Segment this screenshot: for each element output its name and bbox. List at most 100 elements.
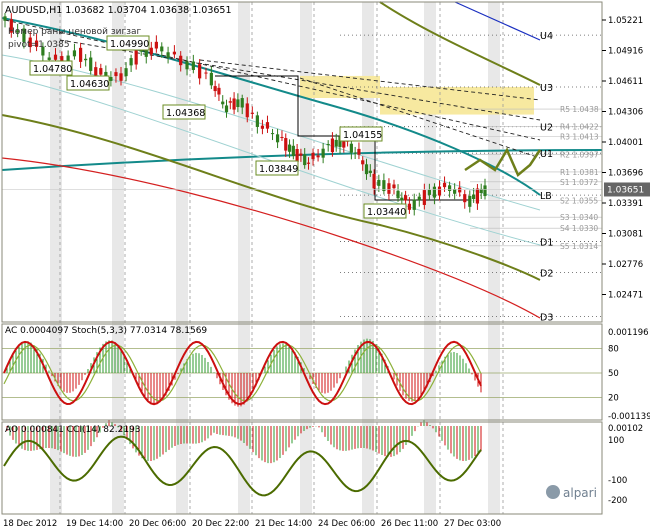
candle-body	[427, 189, 431, 195]
candle-body	[396, 190, 400, 199]
sub2-tick-label: -200	[608, 496, 627, 506]
candle-body	[204, 72, 208, 74]
candle-body	[372, 173, 376, 189]
candle-body	[79, 47, 83, 62]
level-label: LB	[540, 191, 552, 202]
candle-body	[447, 185, 452, 191]
y-tick-label: 1.04611	[608, 77, 643, 87]
price-label: 1.04155	[343, 130, 382, 141]
candle-body	[280, 136, 284, 138]
candle-body	[255, 115, 259, 127]
candle-body	[432, 186, 437, 198]
candle-body	[109, 76, 113, 81]
y-tick-label: 1.03081	[608, 230, 643, 240]
candle-body	[198, 64, 202, 79]
last-price-label: 1.03651	[607, 185, 644, 195]
candle-body	[334, 139, 338, 147]
candle-body	[149, 47, 153, 55]
price-label: 1.04990	[110, 39, 149, 50]
candle-body	[213, 86, 217, 92]
target-zone-lower	[380, 86, 534, 115]
candle-body	[139, 50, 143, 52]
x-tick-label: 26 Dec 11:00	[381, 519, 438, 529]
pivot-label: S5 1.0314	[560, 242, 598, 251]
candle-body	[306, 162, 311, 164]
candle-body	[291, 145, 295, 156]
x-tick-label: 24 Dec 06:00	[318, 519, 375, 529]
sub1-tick-label: 20	[608, 394, 619, 404]
candle-body	[311, 152, 315, 160]
sub1-tick-label: 0.001196	[608, 328, 649, 338]
candle-body	[228, 101, 232, 103]
candle-body	[99, 68, 103, 75]
x-tick-label: 20 Dec 06:00	[129, 519, 186, 529]
candle-body	[166, 52, 170, 58]
y-tick-label: 1.02471	[608, 291, 643, 301]
candle-body	[463, 194, 467, 203]
level-label: D2	[540, 268, 553, 279]
candle-body	[3, 16, 7, 21]
pivot-label: pivot=1.0385	[8, 40, 70, 50]
candle-body	[295, 149, 299, 163]
chart-canvas: U4U3U2U1LBD1D2D3R5 1.0438R4 1.0422R3 1.0…	[0, 0, 650, 531]
candle-body	[224, 105, 229, 113]
candle-body	[321, 148, 325, 158]
candle-body	[260, 125, 265, 129]
y-tick-label: 1.04916	[608, 47, 643, 57]
indicator-label: Номер раны ценовой зигзаг	[8, 27, 141, 37]
price-label: 1.03849	[259, 164, 298, 175]
candle-body	[472, 194, 476, 200]
candle-body	[299, 153, 303, 156]
candle-body	[240, 98, 244, 108]
candle-body	[349, 143, 353, 153]
candle-body	[468, 195, 472, 207]
candle-body	[250, 112, 254, 114]
candle-body	[72, 50, 77, 57]
x-tick-label: 20 Dec 22:00	[192, 519, 249, 529]
candle-body	[221, 101, 225, 105]
candle-body	[407, 203, 411, 210]
price-label: 1.04368	[166, 108, 205, 119]
candle-body	[330, 138, 335, 153]
candle-body	[179, 55, 183, 66]
y-tick-label: 1.04306	[608, 108, 643, 118]
candle-body	[191, 61, 195, 70]
pivot-label: S3 1.0340	[560, 213, 598, 222]
candle-body	[209, 72, 213, 86]
candle-body	[160, 46, 164, 52]
candle-body	[483, 185, 487, 197]
candle-body	[353, 152, 357, 154]
candle-body	[134, 50, 138, 65]
candle-body	[368, 170, 372, 174]
candle-body	[387, 183, 391, 194]
y-tick-label: 1.02776	[608, 260, 643, 270]
level-label: U2	[540, 123, 553, 134]
candle-body	[404, 195, 408, 201]
price-label: 1.04780	[33, 64, 72, 75]
candle-body	[53, 54, 58, 60]
chart-title: AUDUSD,H1 1.03682 1.03704 1.03638 1.0365…	[5, 5, 232, 16]
candle-body	[129, 58, 133, 66]
y-tick-label: 1.03696	[608, 169, 643, 179]
candle-body	[437, 186, 442, 196]
level-label: U4	[540, 31, 553, 42]
candle-body	[154, 41, 158, 49]
candle-body	[270, 133, 275, 135]
candle-body	[284, 138, 288, 151]
candle-body	[185, 61, 189, 70]
candle-body	[412, 199, 416, 210]
candle-body	[303, 154, 307, 166]
candle-body	[114, 72, 118, 77]
alpari-logo-text: alpari	[563, 486, 597, 500]
candle-body	[326, 143, 330, 146]
y-tick-label: 1.05221	[608, 16, 643, 26]
candle-body	[458, 187, 462, 193]
alpari-logo: alpari	[546, 485, 597, 500]
candle-body	[47, 57, 51, 60]
level-label: U3	[540, 83, 553, 94]
x-tick-label: 19 Dec 14:00	[66, 519, 123, 529]
pivot-label: S4 1.0330	[560, 224, 598, 233]
sub2-tick-label: 0.00102	[608, 424, 643, 434]
level-label: D1	[540, 237, 553, 248]
candle-body	[84, 58, 88, 61]
